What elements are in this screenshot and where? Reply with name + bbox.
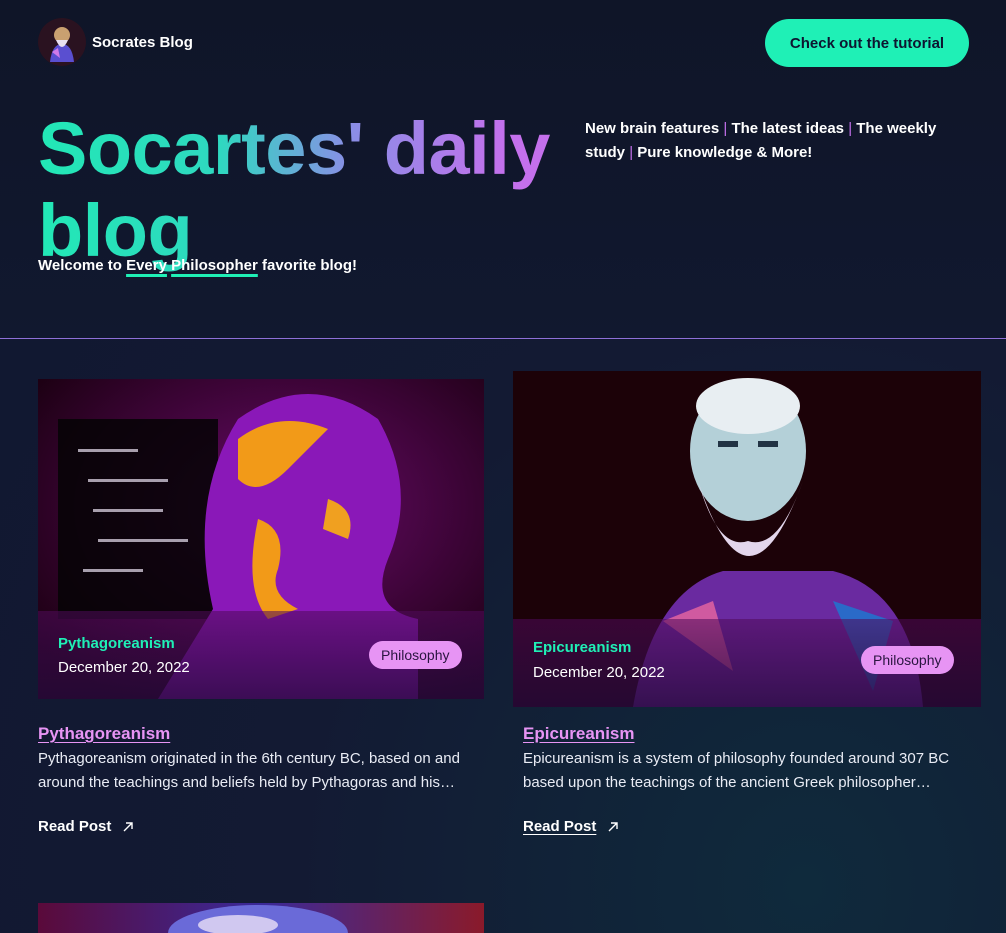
arrow-up-right-icon — [123, 821, 134, 831]
tagline: New brain features | The latest ideas | … — [585, 117, 975, 165]
category-badge[interactable]: Philosophy — [861, 646, 954, 674]
post-image-pythagoreanism[interactable]: Pythagoreanism December 20, 2022 Philoso… — [38, 379, 484, 699]
subtitle-word-philosopher: Philosopher — [171, 257, 258, 274]
brand-name: Socrates Blog — [92, 33, 193, 51]
post-category: Epicureanism — [533, 639, 632, 656]
tagline-separator: | — [723, 120, 728, 137]
post-date: December 20, 2022 — [533, 664, 665, 681]
arrow-up-right-icon — [608, 821, 619, 831]
post-title-link[interactable]: Pythagoreanism — [38, 724, 170, 744]
post-date: December 20, 2022 — [58, 659, 190, 676]
tagline-item: New brain features — [585, 120, 720, 137]
post-image-epicureanism[interactable]: Epicureanism December 20, 2022 Philosoph… — [513, 371, 981, 707]
socrates-avatar-icon — [38, 18, 86, 66]
page-title: Socartes' daily blog — [38, 108, 558, 272]
subtitle-prefix: Welcome to — [38, 257, 127, 274]
category-badge[interactable]: Philosophy — [369, 641, 462, 669]
post-image-third[interactable] — [38, 903, 484, 933]
post-title-link[interactable]: Epicureanism — [523, 724, 635, 744]
post-category: Pythagoreanism — [58, 635, 175, 652]
brand[interactable]: Socrates Blog — [38, 18, 193, 66]
post-excerpt: Pythagoreanism originated in the 6th cen… — [38, 750, 460, 791]
read-post-label: Read Post — [38, 818, 112, 835]
subtitle-word-every: Every — [126, 257, 167, 274]
post-excerpt: Epicureanism is a system of philosophy f… — [523, 750, 950, 791]
read-post-label: Read Post — [523, 818, 597, 835]
tagline-item: Pure knowledge & More! — [637, 144, 813, 161]
hero-subtitle: Welcome to Every Philosopher favorite bl… — [38, 257, 357, 274]
tagline-separator: | — [848, 120, 853, 137]
read-post-link[interactable]: Read Post — [523, 818, 620, 835]
subtitle-suffix: favorite blog! — [257, 257, 357, 274]
tutorial-button[interactable]: Check out the tutorial — [765, 19, 969, 67]
tagline-item: The latest ideas — [731, 120, 845, 137]
read-post-link[interactable]: Read Post — [38, 818, 135, 835]
divider — [0, 338, 1006, 339]
tagline-separator: | — [629, 144, 634, 161]
